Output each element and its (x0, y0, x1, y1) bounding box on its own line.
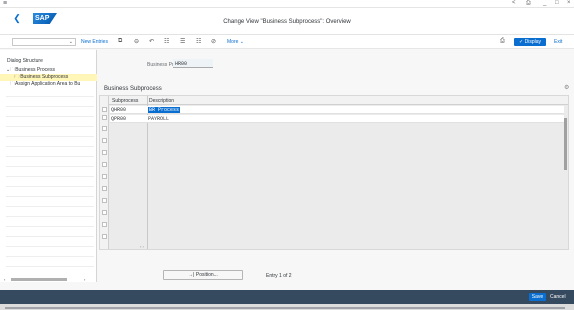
row-select-checkbox[interactable] (102, 234, 107, 239)
position-button[interactable]: →| Position... (163, 270, 243, 280)
row-select-checkbox[interactable] (102, 138, 107, 143)
divider (6, 156, 94, 157)
copy-icon[interactable]: ⧉ (118, 38, 122, 45)
minimize-icon[interactable]: _ (543, 0, 546, 6)
subprocess-table: Subprocess Description QHR00 BR Process … (99, 95, 569, 250)
print-small-icon[interactable]: ⎙ (526, 0, 531, 7)
footer-bar: Save Cancel (0, 290, 574, 304)
select-block-icon[interactable]: ☰ (180, 38, 185, 45)
row-select-checkbox[interactable] (102, 150, 107, 155)
more-menu[interactable]: More ⌄ (227, 39, 244, 45)
gear-icon[interactable]: ⚙ (564, 84, 569, 91)
divider (6, 166, 94, 167)
divider (5, 307, 565, 309)
subprocess-cell: QHR00 (111, 107, 127, 113)
close-icon[interactable]: × (567, 0, 571, 6)
divider (6, 266, 94, 267)
row-select-checkbox[interactable] (102, 198, 107, 203)
exit-button[interactable]: Exit (554, 39, 562, 45)
description-cell[interactable]: BR Process (148, 107, 181, 113)
business-process-field: HR00 (173, 59, 213, 68)
hamburger-icon[interactable]: ≡ (3, 0, 7, 7)
divider (6, 146, 94, 147)
dialog-structure-panel: Dialog Structure ⌄🗀Business Process 🗁Bus… (0, 50, 97, 282)
row-select-checkbox[interactable] (102, 222, 107, 227)
row-select-checkbox[interactable] (102, 162, 107, 167)
back-small-icon[interactable]: < (512, 0, 516, 6)
scroll-left-icon[interactable]: ‹ (4, 277, 5, 282)
row-select-checkbox[interactable] (102, 115, 107, 120)
deselect-icon[interactable]: ☷ (196, 38, 201, 45)
tree-horizontal-scrollbar[interactable]: ‹ › (4, 277, 90, 282)
toolbar: ⌄ New Entries ⧉ ⊖ ↶ ☷ ☰ ☷ ⊘ More ⌄ ⎙ ✓ D… (0, 35, 574, 49)
divider (6, 116, 94, 117)
other-view-icon[interactable]: ⊘ (211, 38, 216, 45)
row-select-checkbox[interactable] (102, 210, 107, 215)
row-select-checkbox[interactable] (102, 186, 107, 191)
print-icon[interactable]: ⎙ (500, 38, 505, 45)
section-title: Business Subprocess (104, 86, 162, 92)
entry-count: Entry 1 of 2 (266, 273, 292, 279)
taskbar-strip (0, 304, 574, 310)
cancel-button[interactable]: Cancel (550, 294, 566, 300)
divider (6, 206, 94, 207)
undo-icon[interactable]: ↶ (149, 38, 154, 45)
dialog-structure-label: Dialog Structure (7, 58, 43, 64)
row-select-checkbox[interactable] (102, 174, 107, 179)
description-cell[interactable]: PAYROLL (148, 116, 169, 122)
column-header-subprocess[interactable]: Subprocess (112, 98, 138, 104)
chevron-down-icon[interactable]: ⌄ (69, 39, 73, 45)
divider (6, 176, 94, 177)
save-button[interactable]: Save (529, 293, 546, 301)
command-field[interactable]: ⌄ (12, 38, 76, 46)
system-bar: ≡ < ⎙ _ □ × (0, 0, 574, 8)
divider (6, 106, 94, 107)
divider (6, 186, 94, 187)
row-select-checkbox[interactable] (102, 107, 107, 112)
tree-node-business-process[interactable]: ⌄🗀Business Process (0, 67, 97, 74)
divider (6, 226, 94, 227)
scroll-right-icon[interactable]: › (84, 277, 85, 282)
table-header: Subprocess Description (100, 96, 568, 105)
divider (6, 256, 94, 257)
table-row[interactable]: QPR00 PAYROLL (110, 115, 564, 123)
tree-node-business-subprocess[interactable]: 🗁Business Subprocess (0, 74, 97, 81)
divider (6, 136, 94, 137)
divider (6, 196, 94, 197)
scrollbar-thumb[interactable] (564, 118, 567, 170)
page-title: Change View "Business Subprocess": Overv… (223, 19, 351, 25)
select-all-icon[interactable]: ☷ (164, 38, 169, 45)
column-header-description[interactable]: Description (149, 98, 174, 104)
divider (6, 126, 94, 127)
delete-icon[interactable]: ⊖ (134, 38, 139, 45)
subprocess-cell: QPR00 (111, 116, 127, 122)
table-vertical-scrollbar[interactable] (563, 106, 568, 249)
tree-node-assign-application-area[interactable]: 🗀Assign Application Area to Bu (0, 81, 97, 88)
divider (6, 236, 94, 237)
display-button[interactable]: ✓ Display (514, 38, 546, 46)
row-select-checkbox[interactable] (102, 126, 107, 131)
scroll-left-icon[interactable]: ‹ › (140, 244, 144, 249)
row-selector-column (100, 96, 109, 249)
divider (6, 216, 94, 217)
shell-header: ❮ SAP Change View "Business Subprocess":… (0, 8, 574, 35)
new-entries-button[interactable]: New Entries (81, 39, 108, 45)
table-row[interactable]: QHR00 BR Process (110, 106, 564, 114)
divider (6, 96, 94, 97)
divider (6, 246, 94, 247)
maximize-icon[interactable]: □ (555, 0, 559, 6)
scrollbar-thumb[interactable] (11, 278, 67, 281)
